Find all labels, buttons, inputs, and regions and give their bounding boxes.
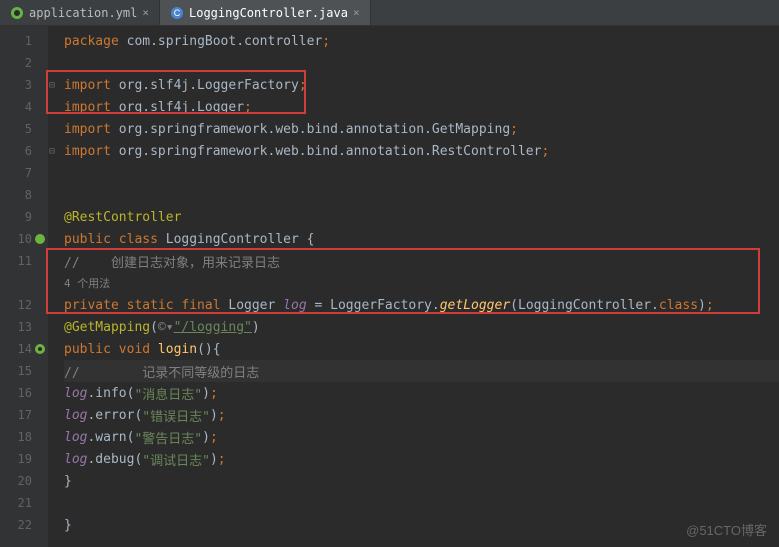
code-line: } xyxy=(64,470,779,492)
java-class-icon: C xyxy=(170,6,184,20)
line-number: 9 xyxy=(0,206,48,228)
line-number: 20 xyxy=(0,470,48,492)
code-line: log.debug("调试日志"); xyxy=(64,448,779,470)
spring-bean-icon[interactable] xyxy=(34,233,46,245)
code-line: import org.springframework.web.bind.anno… xyxy=(64,118,779,140)
line-number: 3⊟ xyxy=(0,74,48,96)
code-editor[interactable]: 1 2 3⊟ 4 5 6⊟ 7 8 9 10 11 12 13 14 15 16… xyxy=(0,26,779,547)
line-number: 7 xyxy=(0,162,48,184)
code-line: log.error("错误日志"); xyxy=(64,404,779,426)
code-line: // 创建日志对象，用来记录日志 xyxy=(64,250,779,272)
line-number: 19 xyxy=(0,448,48,470)
svg-text:C: C xyxy=(174,8,181,18)
watermark: @51CTO博客 xyxy=(686,520,767,539)
line-number: 4 xyxy=(0,96,48,118)
line-number xyxy=(0,272,48,294)
line-number: 13 xyxy=(0,316,48,338)
line-number: 5 xyxy=(0,118,48,140)
code-line xyxy=(64,52,779,74)
line-number: 1 xyxy=(0,30,48,52)
line-number: 12 xyxy=(0,294,48,316)
code-line: 4 个用法 xyxy=(64,272,779,294)
tab-label: application.yml xyxy=(29,6,137,20)
code-line: log.warn("警告日志"); xyxy=(64,426,779,448)
line-number: 18 xyxy=(0,426,48,448)
line-gutter: 1 2 3⊟ 4 5 6⊟ 7 8 9 10 11 12 13 14 15 16… xyxy=(0,26,48,547)
line-number: 16 xyxy=(0,382,48,404)
code-line: } xyxy=(64,514,779,536)
code-line: public void login(){ xyxy=(64,338,779,360)
line-number: 14 xyxy=(0,338,48,360)
line-number: 17 xyxy=(0,404,48,426)
code-line: package com.springBoot.controller; xyxy=(64,30,779,52)
line-number: 15 xyxy=(0,360,48,382)
tab-logging-controller[interactable]: C LoggingController.java × xyxy=(160,0,371,25)
editor-tabs: application.yml × C LoggingController.ja… xyxy=(0,0,779,26)
code-line: private static final Logger log = Logger… xyxy=(64,294,779,316)
code-line: @RestController xyxy=(64,206,779,228)
line-number: 21 xyxy=(0,492,48,514)
code-line xyxy=(64,162,779,184)
line-number: 10 xyxy=(0,228,48,250)
code-line: @GetMapping(©▾"/logging") xyxy=(64,316,779,338)
code-line: // 记录不同等级的日志 xyxy=(64,360,779,382)
code-line xyxy=(64,492,779,514)
line-number: 8 xyxy=(0,184,48,206)
code-line: import org.slf4j.LoggerFactory; xyxy=(64,74,779,96)
line-number: 22 xyxy=(0,514,48,536)
usage-hint[interactable]: 4 个用法 xyxy=(64,275,110,291)
yaml-file-icon xyxy=(10,6,24,20)
code-line xyxy=(64,184,779,206)
code-line: log.info("消息日志"); xyxy=(64,382,779,404)
url-mapping-icon[interactable]: ©▾ xyxy=(158,320,174,335)
code-area[interactable]: package com.springBoot.controller; impor… xyxy=(48,26,779,547)
line-number: 2 xyxy=(0,52,48,74)
line-number: 6⊟ xyxy=(0,140,48,162)
tab-application-yml[interactable]: application.yml × xyxy=(0,0,160,25)
tab-label: LoggingController.java xyxy=(189,6,348,20)
code-line: import org.springframework.web.bind.anno… xyxy=(64,140,779,162)
close-icon[interactable]: × xyxy=(142,6,149,19)
code-line: public class LoggingController { xyxy=(64,228,779,250)
code-line: import org.slf4j.Logger; xyxy=(64,96,779,118)
line-number: 11 xyxy=(0,250,48,272)
endpoint-icon[interactable] xyxy=(34,343,46,355)
close-icon[interactable]: × xyxy=(353,6,360,19)
